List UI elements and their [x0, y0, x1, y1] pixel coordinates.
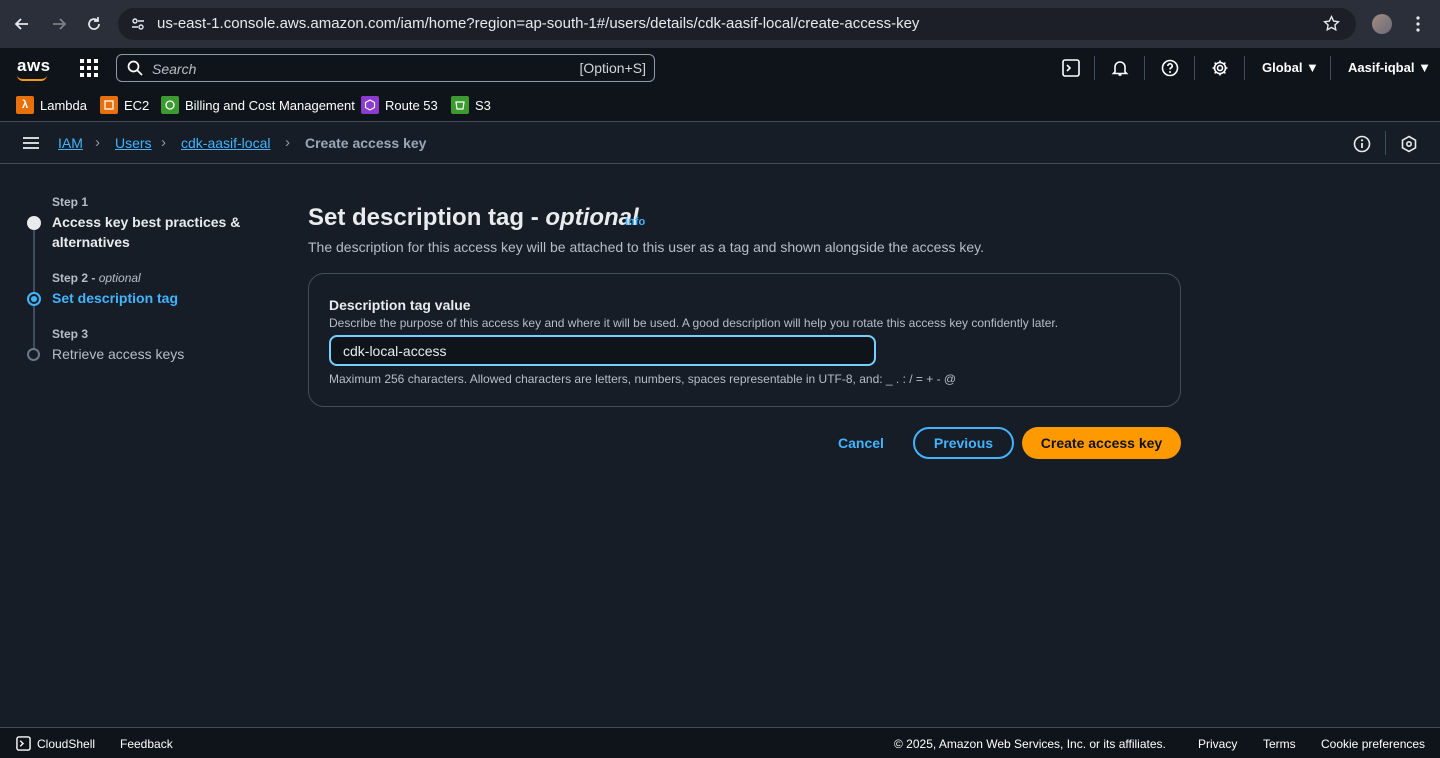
- page-title-text: Set description tag -: [308, 204, 546, 231]
- favorite-label: Route 53: [385, 97, 438, 113]
- step-3-label: Step 3: [52, 327, 89, 341]
- browser-toolbar: us-east-1.console.aws.amazon.com/iam/hom…: [0, 0, 1440, 48]
- browser-menu-icon[interactable]: [1416, 16, 1420, 37]
- info-circle-icon[interactable]: [1353, 135, 1371, 158]
- site-settings-icon[interactable]: [130, 16, 146, 37]
- cloudshell-link[interactable]: CloudShell: [37, 737, 95, 751]
- cancel-button[interactable]: Cancel: [826, 427, 896, 459]
- services-grid-icon[interactable]: [80, 59, 98, 77]
- chevron-right-icon: ›: [285, 134, 290, 151]
- chevron-right-icon: ›: [161, 134, 166, 151]
- url-text[interactable]: us-east-1.console.aws.amazon.com/iam/hom…: [157, 15, 919, 32]
- description-tag-input[interactable]: [329, 335, 876, 366]
- forward-icon[interactable]: [47, 12, 71, 36]
- profile-avatar[interactable]: [1372, 14, 1392, 34]
- terms-link[interactable]: Terms: [1263, 737, 1296, 751]
- breadcrumb-user[interactable]: cdk-aasif-local: [181, 135, 270, 151]
- previous-button[interactable]: Previous: [913, 427, 1014, 459]
- nav-divider: [1194, 56, 1195, 80]
- cookie-preferences-link[interactable]: Cookie preferences: [1321, 737, 1425, 751]
- step-1-label: Step 1: [52, 195, 89, 209]
- step-2-current-dot: [27, 292, 41, 306]
- step-2-label: Step 2 - optional: [52, 271, 141, 285]
- back-icon[interactable]: [10, 12, 34, 36]
- step-2-number: Step 2: [52, 271, 89, 285]
- lambda-icon: λ: [16, 96, 34, 114]
- console-footer: CloudShell Feedback © 2025, Amazon Web S…: [0, 727, 1440, 758]
- page-title: Set description tag - optional: [308, 204, 639, 232]
- search-placeholder: Search: [152, 61, 197, 77]
- ec2-icon: [100, 96, 118, 114]
- feedback-hexagon-icon[interactable]: [1400, 135, 1418, 158]
- step-3-pending-dot: [27, 348, 40, 361]
- notifications-bell-icon[interactable]: [1110, 58, 1130, 78]
- breadcrumb-bar: IAM › Users › cdk-aasif-local › Create a…: [0, 122, 1440, 164]
- step-2-title: Set description tag: [52, 290, 179, 306]
- aws-logo-smile: [17, 75, 47, 81]
- favorite-s3[interactable]: S3: [451, 95, 491, 115]
- step-1-completed-dot: [27, 216, 41, 230]
- privacy-link[interactable]: Privacy: [1198, 737, 1237, 751]
- breadcrumb-current: Create access key: [305, 135, 427, 151]
- nav-divider: [1144, 56, 1145, 80]
- favorite-lambda[interactable]: λ Lambda: [16, 95, 87, 115]
- feedback-link[interactable]: Feedback: [120, 737, 173, 751]
- description-tag-panel: Description tag value Describe the purpo…: [308, 273, 1181, 407]
- bookmark-star-icon[interactable]: [1323, 14, 1340, 37]
- favorite-label: S3: [475, 97, 491, 113]
- chevron-right-icon: ›: [95, 134, 100, 151]
- address-bar[interactable]: us-east-1.console.aws.amazon.com/iam/hom…: [118, 8, 1356, 40]
- s3-bucket-icon: [451, 96, 469, 114]
- favorite-label: Lambda: [40, 97, 87, 113]
- info-link[interactable]: Info: [625, 216, 645, 228]
- nav-divider: [1330, 56, 1331, 80]
- nav-divider: [1244, 56, 1245, 80]
- favorite-ec2[interactable]: EC2: [100, 95, 149, 115]
- help-icon[interactable]: [1160, 58, 1180, 78]
- create-access-key-button[interactable]: Create access key: [1022, 427, 1181, 459]
- nav-divider: [1094, 56, 1095, 80]
- settings-gear-icon[interactable]: [1210, 58, 1230, 78]
- step-2-optional: optional: [98, 271, 141, 285]
- favorite-billing[interactable]: Billing and Cost Management: [161, 95, 355, 115]
- region-selector[interactable]: Global ▼: [1262, 60, 1319, 75]
- breadcrumb-iam[interactable]: IAM: [58, 135, 83, 151]
- step-1-title[interactable]: Access key best practices & alternatives: [52, 212, 252, 252]
- step-connector: [33, 306, 35, 348]
- aws-top-navigation: aws Search [Option+S] Global ▼ Aasif-iqb…: [0, 48, 1440, 88]
- field-constraint-hint: Maximum 256 characters. Allowed characte…: [329, 372, 957, 386]
- step-connector: [33, 230, 35, 292]
- side-navigation-menu-icon[interactable]: [23, 137, 39, 149]
- favorite-label: Billing and Cost Management: [185, 97, 355, 113]
- breadcrumb-divider: [1385, 131, 1386, 155]
- copyright-text: © 2025, Amazon Web Services, Inc. or its…: [894, 737, 1166, 751]
- route53-icon: [361, 96, 379, 114]
- favorite-label: EC2: [124, 97, 150, 113]
- favorite-route53[interactable]: Route 53: [361, 95, 438, 115]
- breadcrumb-users[interactable]: Users: [115, 135, 152, 151]
- field-label: Description tag value: [329, 297, 471, 313]
- step-3-title: Retrieve access keys: [52, 346, 185, 362]
- aws-logo[interactable]: aws: [17, 56, 51, 76]
- search-icon: [127, 60, 143, 81]
- cloudshell-icon[interactable]: [16, 736, 31, 756]
- field-description: Describe the purpose of this access key …: [329, 316, 1059, 330]
- billing-icon: [161, 96, 179, 114]
- search-input[interactable]: Search [Option+S]: [116, 54, 655, 82]
- account-menu[interactable]: Aasif-iqbal ▼: [1348, 60, 1431, 75]
- cloudshell-icon[interactable]: [1061, 58, 1081, 78]
- search-shortcut: [Option+S]: [579, 60, 646, 76]
- favorites-bar: λ Lambda EC2 Billing and Cost Management…: [0, 88, 1440, 122]
- page-description: The description for this access key will…: [308, 239, 984, 255]
- reload-icon[interactable]: [82, 12, 106, 36]
